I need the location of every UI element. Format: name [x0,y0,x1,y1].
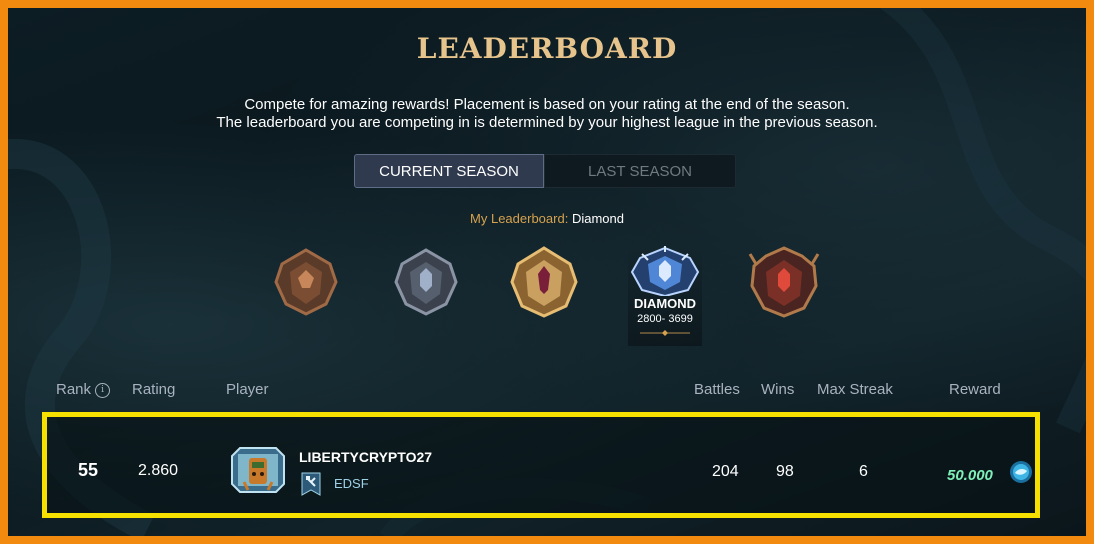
column-header-rating: Rating [132,381,176,398]
column-header-player: Player [226,381,269,398]
column-header-reward: Reward [949,381,1001,398]
avatar[interactable] [230,444,286,496]
my-leaderboard: My Leaderboard: Diamond [8,211,1086,226]
max-streak-value: 6 [859,463,868,480]
sps-token-icon [1010,461,1032,483]
rank-header-label: Rank [56,381,92,398]
my-leaderboard-value: Diamond [571,211,624,226]
rank-value: 55 [78,460,99,480]
league-champion[interactable] [748,246,820,318]
champion-league-icon [748,246,820,318]
rating-value: 2.860 [138,462,179,479]
leaderboard-panel: LEADERBOARD Compete for amazing rewards!… [8,8,1086,536]
info-icon[interactable]: i [95,383,111,398]
league-bronze[interactable] [270,246,342,318]
tab-last-season[interactable]: LAST SEASON [544,154,736,188]
column-header-rank: Rank i [56,381,111,398]
league-name: DIAMOND [633,296,697,311]
league-silver[interactable] [390,246,462,318]
gold-league-icon [510,246,578,318]
season-tabs: CURRENT SEASON LAST SEASON [354,154,736,188]
guild-name[interactable]: EDSF [334,476,369,491]
league-range: 2800- 3699 [637,313,693,325]
battles-value: 204 [712,463,739,480]
wins-value: 98 [776,463,794,480]
column-header-wins: Wins [761,381,795,398]
description-line-1: Compete for amazing rewards! Placement i… [244,96,850,113]
column-header-battles: Battles [694,381,740,398]
player-name[interactable]: LIBERTYCRYPTO27 [299,449,432,465]
page-title: LEADERBOARD [416,32,678,65]
reward-value: 50.000 [947,467,993,484]
table-row[interactable]: 55 2.860 LIBERTYCRYPTO27 EDSF 204 98 6 5… [42,412,1040,518]
description-line-2: The leaderboard you are competing in is … [216,114,878,131]
league-gold[interactable] [508,246,580,318]
column-header-max-streak: Max Streak [817,381,893,398]
guild-banner-icon [301,472,321,496]
league-divider-ornament [640,330,690,336]
my-leaderboard-label: My Leaderboard: [470,211,569,226]
bronze-league-icon [274,248,338,316]
tab-current-season[interactable]: CURRENT SEASON [354,154,544,188]
silver-league-icon [394,248,458,316]
diamond-league-icon [630,246,700,298]
league-diamond[interactable]: DIAMOND 2800- 3699 [628,246,702,346]
page-description: Compete for amazing rewards! Placement i… [8,96,1086,132]
